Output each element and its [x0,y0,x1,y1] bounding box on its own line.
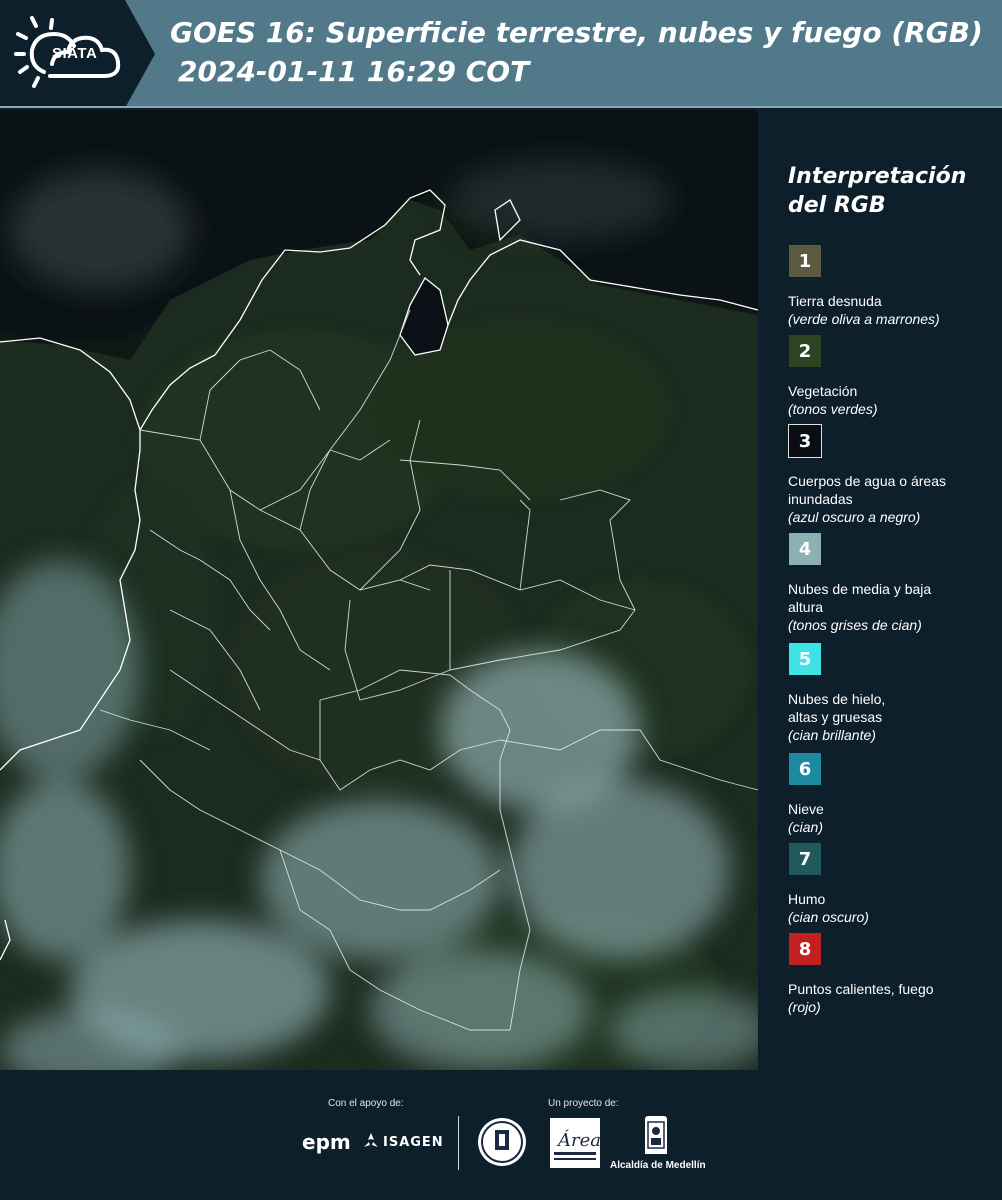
alcaldia-shield-icon [645,1116,667,1154]
logo-text: SIATA [52,45,98,62]
isagen-icon [364,1133,378,1147]
header-divider [0,106,1002,108]
legend-label: Cuerpos de agua o áreas inundadas [788,473,946,507]
legend-label: Nieve [788,801,824,817]
legend-swatch: 4 [788,532,822,566]
legend-item: 6 Nieve (cian) [788,752,998,836]
legend-item: 1 Tierra desnuda (verde oliva a marrones… [788,244,998,328]
legend-item: 2 Vegetación (tonos verdes) [788,334,998,418]
legend-label: Puntos calientes, fuego [788,981,934,997]
legend-sublabel: (cian brillante) [788,727,876,743]
svg-text:Área: Área [556,1128,600,1151]
satellite-map [0,110,758,1070]
area-metropolitana-logo: Área [550,1118,601,1168]
epm-logo: epm [302,1130,351,1154]
footer: Con el apoyo de: Un proyecto de: epm ISA… [0,1070,1002,1200]
legend-swatch: 6 [788,752,822,786]
legend-sublabel: (azul oscuro a negro) [788,509,921,525]
legend-sublabel: (verde oliva a marrones) [788,311,940,327]
legend-sublabel: (rojo) [788,999,821,1015]
legend-swatch: 2 [788,334,822,368]
legend-label: Vegetación [788,383,858,399]
legend-swatch: 8 [788,932,822,966]
legend-label: Tierra desnuda [788,293,882,309]
footer-divider [458,1116,459,1170]
legend-item: 3 Cuerpos de agua o áreas inundadas (azu… [788,424,998,526]
siata-logo: SIATA [0,0,155,108]
page-timestamp: 2024-01-11 16:29 COT [178,55,530,88]
isagen-logo: ISAGEN [383,1135,444,1150]
project-caption: Un proyecto de: [548,1098,619,1109]
support-caption: Con el apoyo de: [328,1098,404,1109]
alcaldia-text: Alcaldía de Medellín [610,1160,706,1171]
legend-title: Interpretación del RGB [788,162,988,220]
legend-label: Humo [788,891,826,907]
legend-item: 4 Nubes de media y baja altura (tonos gr… [788,532,998,634]
legend-swatch: 1 [788,244,822,278]
university-seal-icon [478,1118,526,1166]
legend-sublabel: (cian oscuro) [788,909,869,925]
legend-sublabel: (tonos grises de cian) [788,617,922,633]
satellite-image [0,110,758,1070]
legend-title-line1: Interpretación [788,164,967,189]
legend-title-line2: del RGB [788,193,886,218]
legend-sublabel: (cian) [788,819,824,835]
legend-sublabel: (tonos verdes) [788,401,878,417]
page-title: GOES 16: Superficie terrestre, nubes y f… [170,16,983,49]
legend-swatch: 7 [788,842,822,876]
legend-item: 8 Puntos calientes, fuego (rojo) [788,932,998,1016]
legend-swatch: 3 [788,424,822,458]
legend-label: Nubes de media y baja altura [788,581,932,615]
legend-panel: Interpretación del RGB 1 Tierra desnuda … [760,110,1002,1070]
legend-swatch: 5 [788,642,822,676]
legend-item: 5 Nubes de hielo, altas y gruesas (cian … [788,642,998,744]
legend-label: Nubes de hielo, altas y gruesas [788,691,886,725]
legend-item: 7 Humo (cian oscuro) [788,842,998,926]
header: SIATA GOES 16: Superficie terrestre, nub… [0,0,1002,108]
